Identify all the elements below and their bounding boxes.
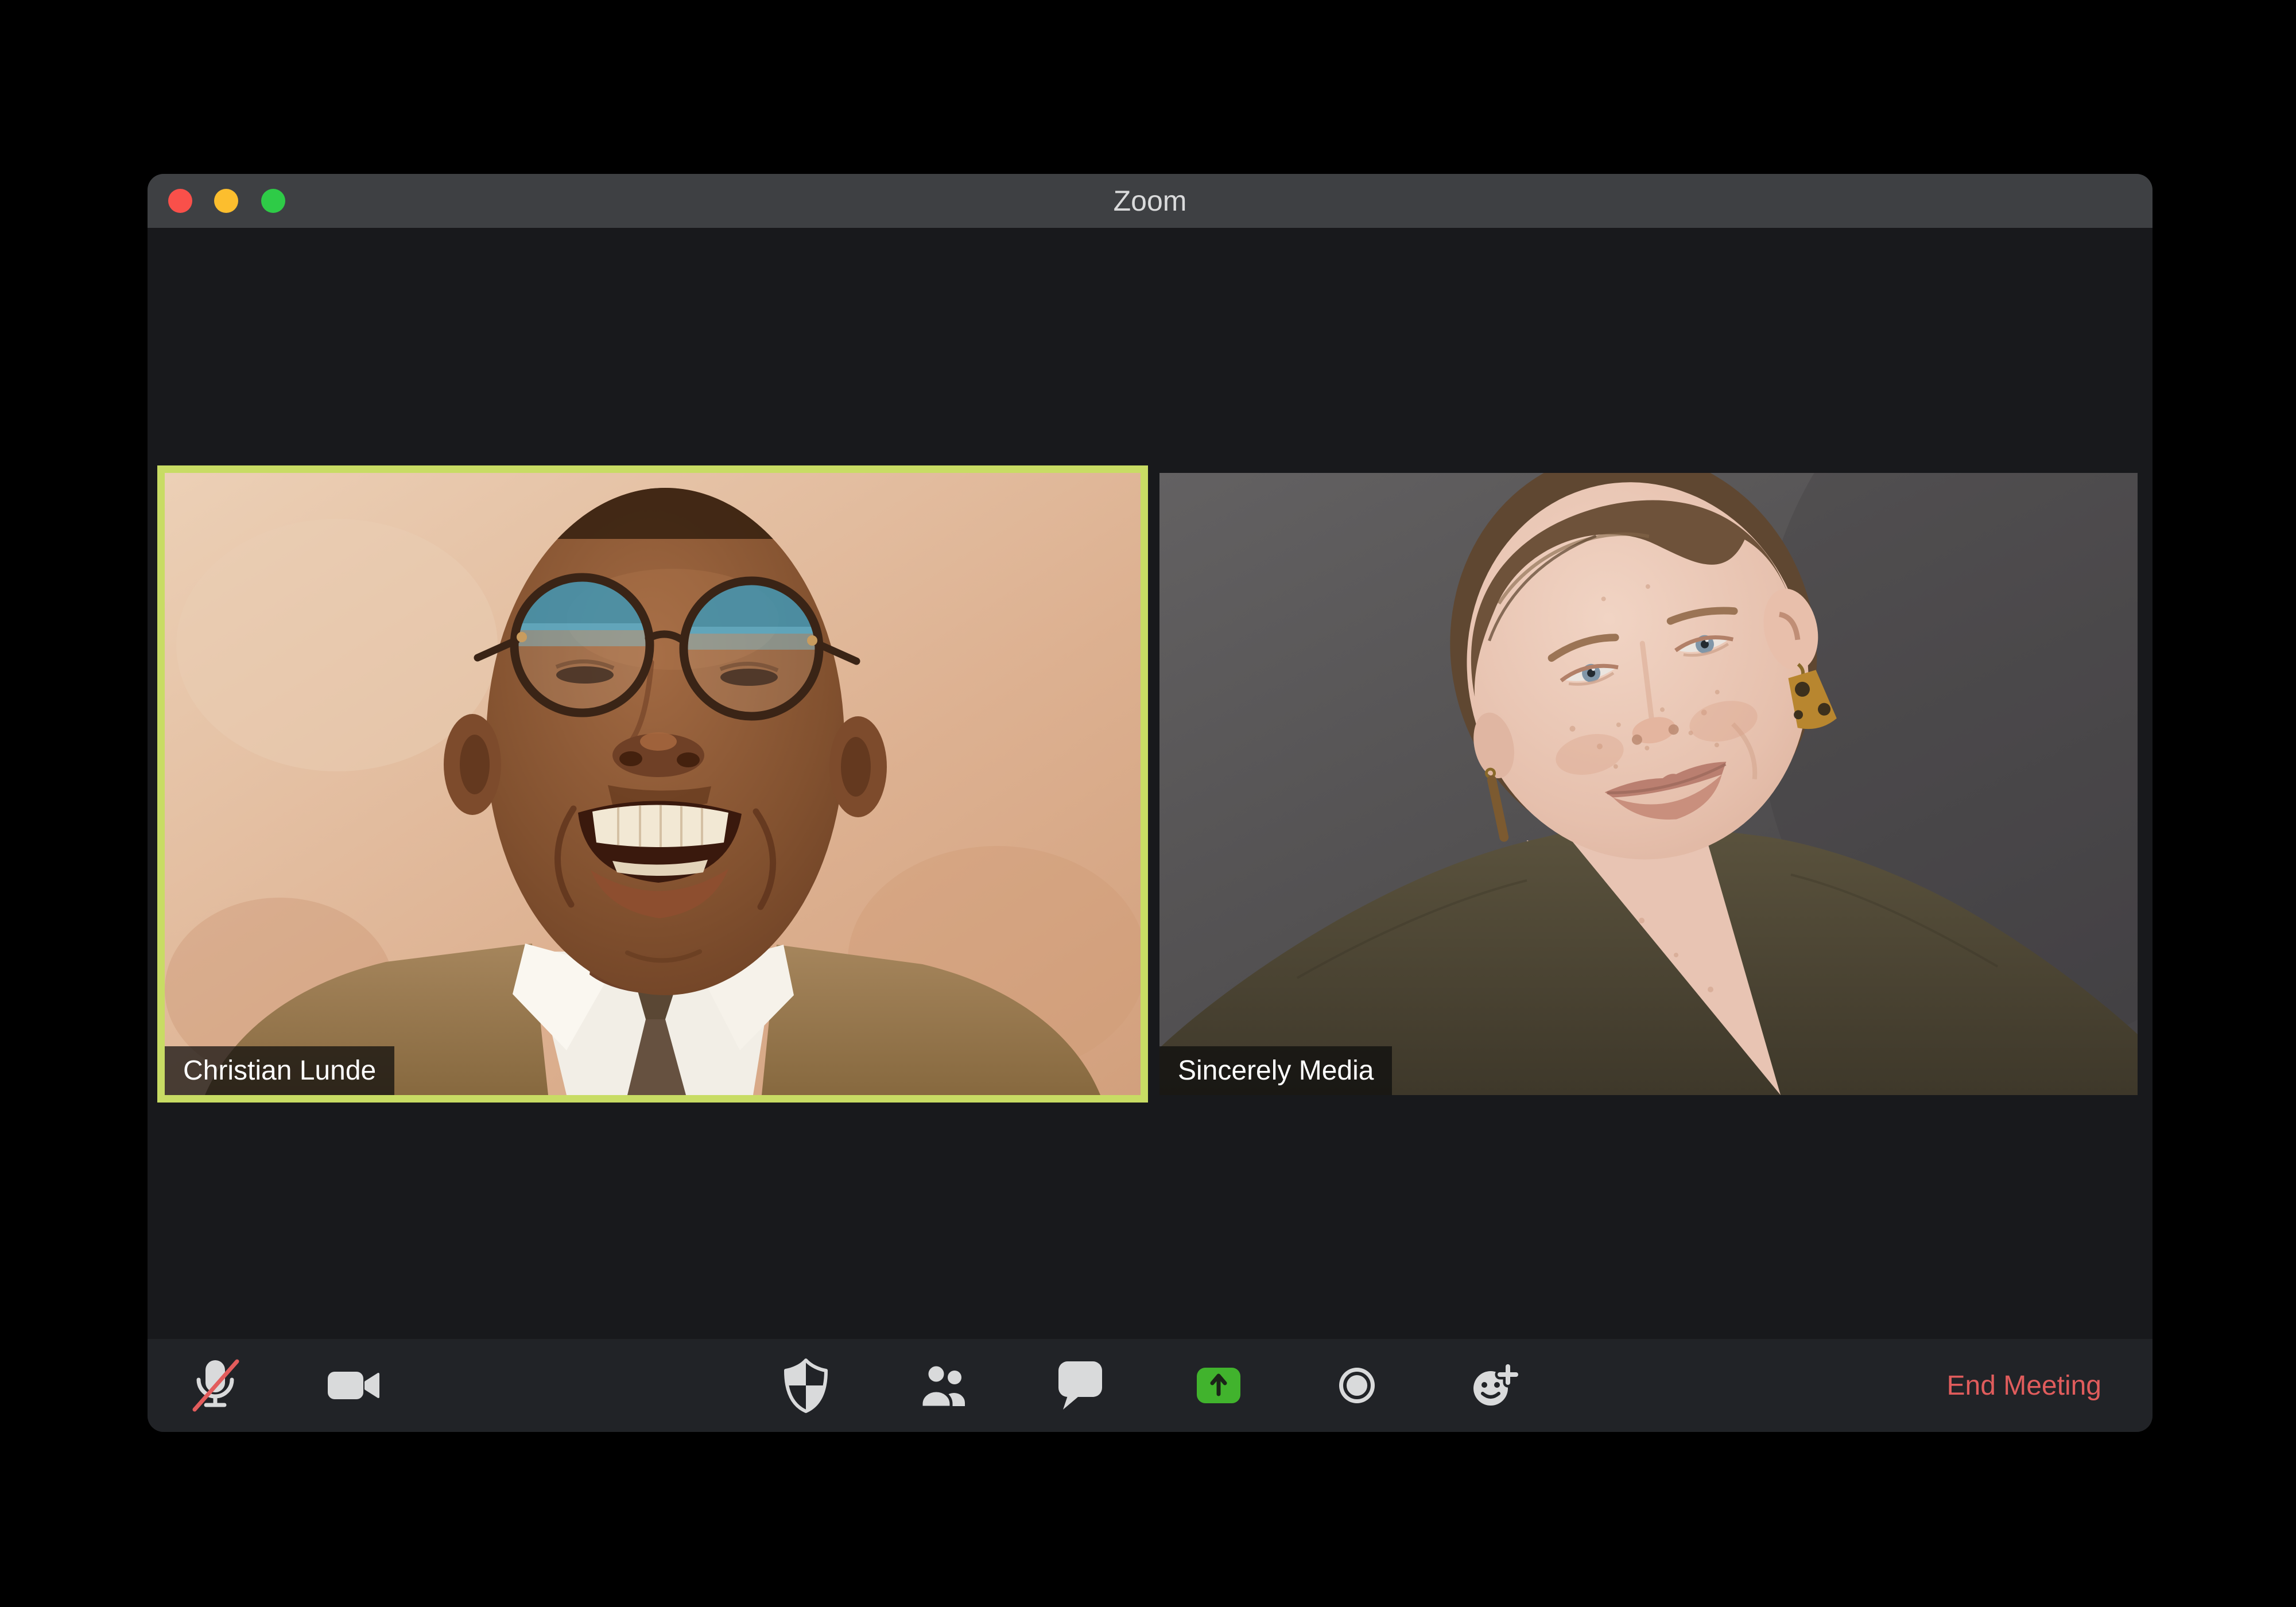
participants-icon (920, 1363, 965, 1408)
video-button[interactable] (316, 1339, 391, 1432)
video-tile-right[interactable]: Sincerely Media (1159, 473, 2138, 1095)
record-button[interactable] (1320, 1339, 1394, 1432)
participant-name-label: Sincerely Media (1159, 1046, 1393, 1095)
security-button[interactable] (769, 1339, 843, 1432)
zoom-window: Zoom Christian Lunde Sincerely Media End… (148, 174, 2152, 1432)
participant-name-label: Christian Lunde (165, 1046, 395, 1095)
desktop-background: Zoom Christian Lunde Sincerely Media End… (0, 0, 2296, 1607)
participant-video-left (165, 473, 1141, 1095)
video-tile-left[interactable]: Christian Lunde (157, 465, 1148, 1103)
security-shield-icon (784, 1358, 828, 1413)
mute-button[interactable] (178, 1339, 253, 1432)
video-camera-icon (328, 1372, 379, 1399)
participant-video-right (1159, 473, 2138, 1095)
chat-bubble-icon (1058, 1361, 1102, 1410)
end-meeting-label: End Meeting (1946, 1370, 2101, 1401)
participants-button[interactable] (907, 1339, 982, 1432)
record-icon (1339, 1368, 1375, 1403)
share-screen-button[interactable] (1181, 1339, 1256, 1432)
end-meeting-button[interactable]: End Meeting (1943, 1339, 2105, 1432)
chat-button[interactable] (1044, 1339, 1118, 1432)
share-screen-icon (1197, 1368, 1240, 1403)
meeting-gallery: Christian Lunde Sincerely Media (148, 228, 2152, 1339)
meeting-toolbar: End Meeting (148, 1339, 2152, 1432)
microphone-muted-icon (192, 1359, 239, 1412)
window-title: Zoom (1113, 185, 1187, 217)
titlebar[interactable]: Zoom (148, 174, 2152, 228)
reactions-button[interactable] (1457, 1339, 1531, 1432)
participant-name: Sincerely Media (1178, 1055, 1374, 1086)
reactions-smiley-icon (1473, 1362, 1519, 1406)
participant-name: Christian Lunde (183, 1055, 377, 1086)
